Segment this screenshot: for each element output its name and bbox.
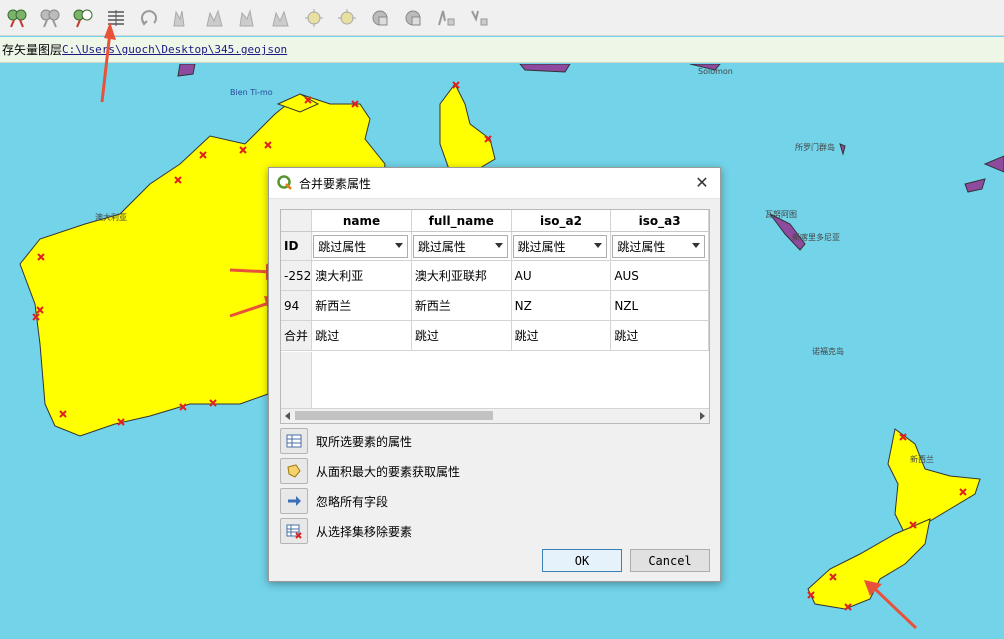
chevron-down-icon [494,242,503,248]
select-value: 跳过属性 [318,239,367,254]
row-id[interactable]: -252 [281,260,313,291]
corner-header [281,210,313,232]
column-header-full-name[interactable]: full_name [411,210,512,232]
table-cell[interactable]: 新西兰 [311,290,412,321]
take-selected-attributes-action[interactable]: 取所选要素的属性 [280,428,412,454]
scrollbar-thumb[interactable] [295,411,493,420]
column-header-name[interactable]: name [311,210,412,232]
add-part-icon[interactable] [301,5,327,31]
select-feature-icon[interactable] [4,5,30,31]
annotation-arrow-nz [864,580,918,630]
skip-all-fields-action[interactable]: 忽略所有字段 [280,488,388,514]
chevron-down-icon [594,242,603,248]
merge-behavior-select[interactable]: 跳过属性 [512,234,608,258]
map-label-timor: Bien Ti-mo [230,88,273,97]
column-header-iso-a2[interactable]: iso_a2 [511,210,612,232]
row-id[interactable]: 94 [281,290,313,321]
select-value: 跳过属性 [517,239,566,254]
add-ring-icon[interactable] [202,5,228,31]
skip-all-button[interactable] [280,488,308,514]
annotation-arrow-toolbar [100,22,116,103]
table-cell[interactable]: 澳大利亚 [311,260,412,291]
map-label-australia: 澳大利亚 [95,213,127,222]
rotate-icon[interactable] [136,5,162,31]
message-prefix: 存矢量图层 [2,43,63,57]
remove-feature-button[interactable] [280,518,308,544]
dialog-titlebar[interactable]: 合并要素属性 ✕ [269,168,720,199]
cancel-button[interactable]: Cancel [630,549,710,572]
chevron-down-icon [394,242,403,248]
action-label: 忽略所有字段 [316,494,389,509]
table-row[interactable]: 94 新西兰 新西兰 NZ NZL [281,290,709,321]
delete-part-icon[interactable] [334,5,360,31]
polygon-icon [287,464,301,478]
reshape-icon[interactable] [367,5,393,31]
editing-toolbar [0,0,1004,36]
table-row[interactable]: 合并 跳过 跳过 跳过 跳过 [281,320,709,351]
largest-area-button[interactable] [280,458,308,484]
attribute-table: name full_name iso_a2 iso_a3 ID 跳过属性 跳过属… [280,209,710,424]
close-icon[interactable]: ✕ [692,173,712,192]
table-cell[interactable]: NZ [511,290,612,321]
scroll-right-icon[interactable] [700,412,705,420]
deselect-icon[interactable] [37,5,63,31]
largest-area-attributes-action[interactable]: 从面积最大的要素获取属性 [280,458,460,484]
table-cell[interactable]: AUS [610,260,709,291]
fill-ring-icon[interactable] [235,5,261,31]
table-cell[interactable]: AU [511,260,612,291]
action-label: 从面积最大的要素获取属性 [316,464,461,479]
action-label: 取所选要素的属性 [316,434,413,449]
split-parts-icon[interactable] [466,5,492,31]
table-icon [286,434,302,448]
select-value-icon[interactable] [70,5,96,31]
merge-attributes-dialog: 合并要素属性 ✕ name full_name iso_a2 iso_a3 ID… [268,167,721,582]
map-label-norfolk: 诺福克岛 [812,347,844,356]
table-row[interactable]: -252 澳大利亚 澳大利亚联邦 AU AUS [281,260,709,291]
select-value: 跳过属性 [617,239,666,254]
table-cell[interactable]: NZL [610,290,709,321]
select-value: 跳过属性 [417,239,466,254]
remove-table-icon [286,524,302,539]
action-label: 从选择集移除要素 [316,524,413,539]
split-icon[interactable] [433,5,459,31]
chevron-down-icon [692,242,700,248]
map-label-vanuatu: 瓦努阿图 [765,210,797,219]
ok-button[interactable]: OK [542,549,622,572]
table-cell[interactable]: 跳过 [411,320,512,351]
simplify-icon[interactable] [169,5,195,31]
row-id[interactable]: 合并 [281,320,313,351]
file-path-link[interactable]: C:\Users\guoch\Desktop\345.geojson [62,43,287,56]
delete-ring-icon[interactable] [268,5,294,31]
id-header: ID [281,231,313,261]
map-label-solomon: Solomon [698,67,733,76]
scroll-left-icon[interactable] [285,412,290,420]
table-cell[interactable]: 跳过 [511,320,612,351]
merge-behavior-select[interactable]: 跳过属性 [412,234,508,258]
map-label-solomon-cn: 所罗门群岛 [795,143,835,152]
merge-behavior-select[interactable]: 跳过属性 [612,234,705,258]
message-bar: 存矢量图层 C:\Users\guoch\Desktop\345.geojson [0,37,1004,63]
take-attributes-button[interactable] [280,428,308,454]
dialog-title: 合并要素属性 [299,176,372,191]
column-header-iso-a3[interactable]: iso_a3 [610,210,709,232]
offset-icon[interactable] [400,5,426,31]
merge-behavior-select[interactable]: 跳过属性 [313,234,408,258]
horizontal-scrollbar[interactable] [281,408,709,423]
map-label-new-zealand: 新西兰 [910,455,934,464]
table-cell[interactable]: 新西兰 [411,290,512,321]
arrow-right-icon [288,496,301,506]
table-cell[interactable]: 澳大利亚联邦 [411,260,512,291]
map-label-new-caledonia: 新喀里多尼亚 [792,233,840,242]
row-header-blank [281,352,312,408]
table-cell[interactable]: 跳过 [610,320,709,351]
remove-from-selection-action[interactable]: 从选择集移除要素 [280,518,412,544]
qgis-logo-icon [277,175,292,190]
table-cell[interactable]: 跳过 [311,320,412,351]
